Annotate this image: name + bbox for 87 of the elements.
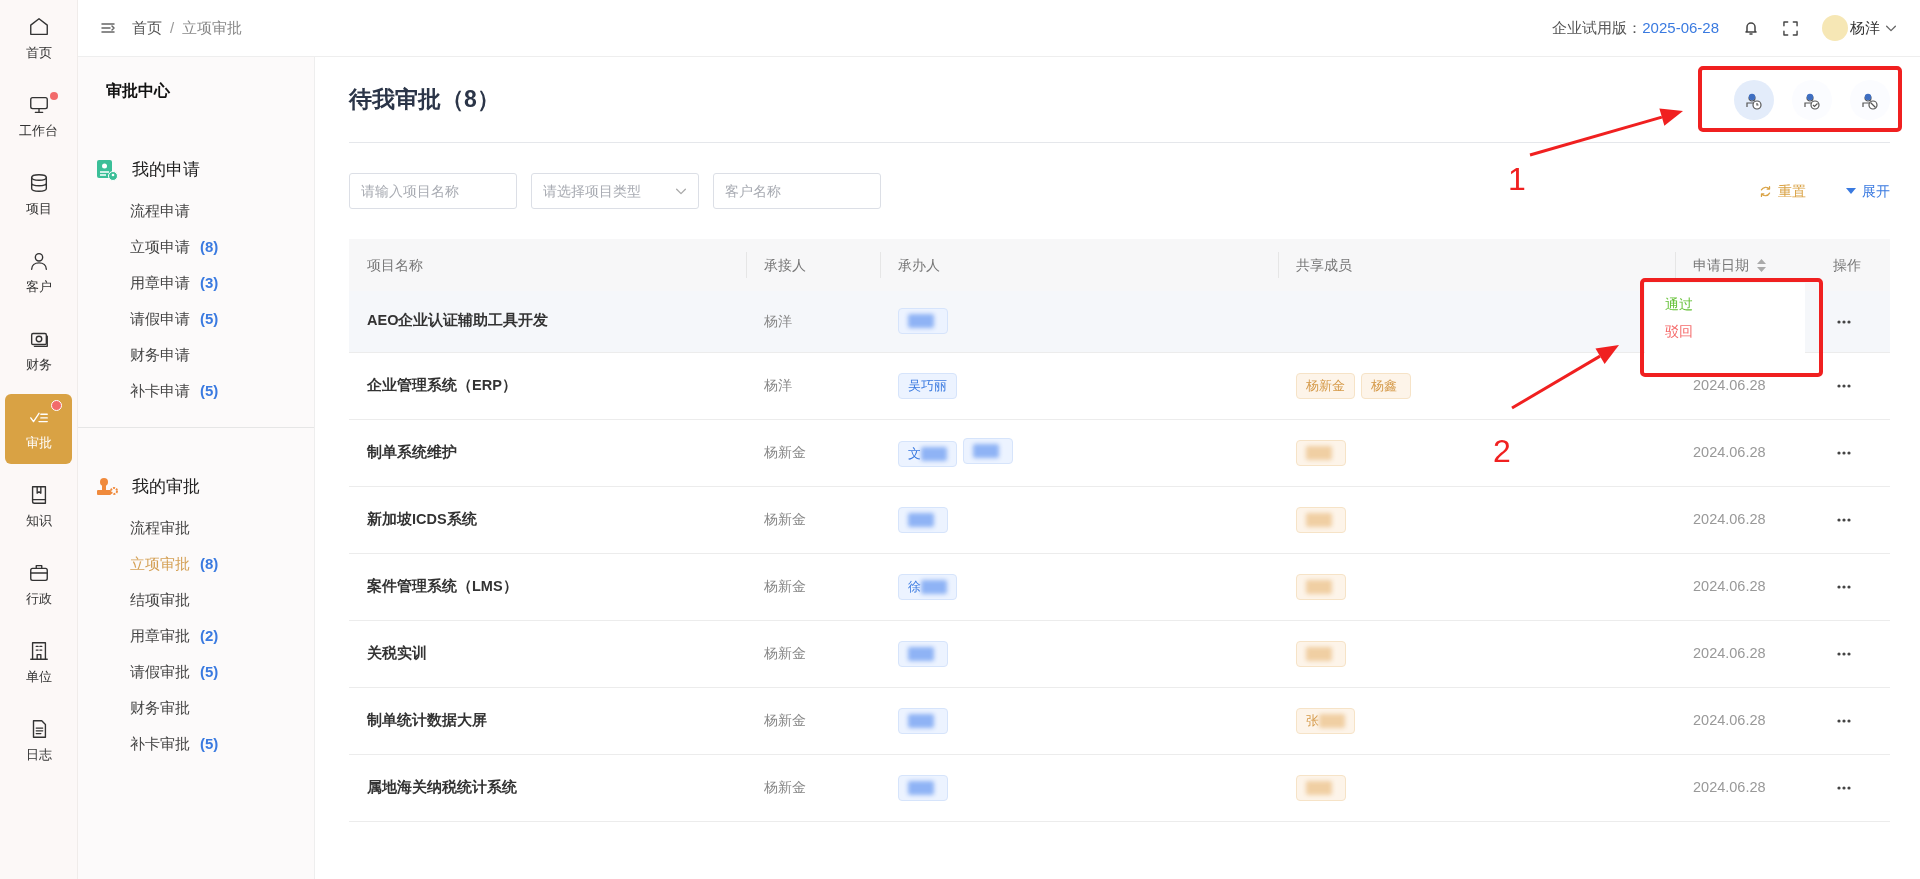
- sort-icon[interactable]: [1756, 259, 1766, 273]
- project-name: 新加坡ICDS系统: [367, 510, 477, 527]
- member-tag: 杨鑫: [1361, 372, 1411, 399]
- sidebar-item[interactable]: 财务申请: [78, 337, 314, 373]
- edition-date: 2025-06-28: [1642, 17, 1719, 38]
- fullscreen-icon: [1783, 20, 1798, 36]
- receiver-name: 杨新金: [764, 779, 806, 795]
- handler-tag: 徐: [898, 573, 957, 600]
- project-name: AEO企业认证辅助工具开发: [367, 312, 549, 329]
- building-icon: [27, 639, 50, 662]
- refresh-icon: [1759, 184, 1772, 198]
- breadcrumb-item[interactable]: 首页: [132, 16, 162, 40]
- member-tag: 张: [1296, 707, 1355, 734]
- sidebar-item[interactable]: 补卡申请 (5): [78, 373, 314, 409]
- view-toggle-button[interactable]: [1734, 79, 1774, 120]
- annotation-number: 2: [1493, 433, 1511, 469]
- annotation-number: 1: [1508, 161, 1526, 197]
- receiver-name: 杨新金: [764, 511, 806, 527]
- sidebar-item[interactable]: 立项审批 (8): [78, 546, 314, 582]
- project-name: 案件管理系统（LMS）: [367, 577, 518, 594]
- apply-date: 2024.06.28: [1693, 376, 1766, 393]
- sidebar-item[interactable]: 用章申请 (3): [78, 265, 314, 301]
- sidebar-item[interactable]: 流程申请: [78, 193, 314, 229]
- project-name: 属地海关纳税统计系统: [367, 778, 517, 795]
- column-header: 共享成员: [1296, 256, 1352, 273]
- receiver-name: 杨新金: [764, 645, 806, 661]
- nav-rail-item[interactable]: 行政: [5, 546, 72, 624]
- breadcrumb-item: 立项审批: [182, 17, 243, 38]
- sidebar-item[interactable]: 流程审批: [78, 510, 314, 546]
- project-name: 制单系统维护: [367, 443, 457, 460]
- search-field[interactable]: 客户名称: [713, 173, 881, 209]
- nav-rail-item[interactable]: 项目: [5, 156, 72, 234]
- avatar[interactable]: [1822, 15, 1848, 41]
- nav-rail-item[interactable]: 财务: [5, 312, 72, 390]
- caret-icon: [1846, 187, 1856, 195]
- receiver-name: 杨洋: [764, 377, 792, 393]
- apply-date: 2024.06.28: [1693, 711, 1766, 728]
- nav-rail-item[interactable]: 知识: [5, 468, 72, 546]
- view-toggle-button[interactable]: [1850, 79, 1890, 120]
- column-header[interactable]: 申请日期: [1693, 256, 1749, 273]
- user-name[interactable]: 杨洋: [1850, 16, 1880, 40]
- project-name: 关税实训: [367, 644, 427, 661]
- nav-rail-item[interactable]: 日志: [5, 702, 72, 780]
- receiver-name: 杨新金: [764, 712, 806, 728]
- project-name: 制单统计数据大屏: [367, 711, 487, 728]
- sidebar-group-title: 我的申请: [132, 159, 200, 182]
- sidebar-group-title: 我的审批: [132, 476, 200, 499]
- project-name: 企业管理系统（ERP）: [367, 376, 517, 393]
- member-tag: 杨新金: [1296, 372, 1355, 399]
- stamp-icon: [96, 476, 118, 498]
- column-header: 项目名称: [367, 256, 423, 273]
- nav-rail-item[interactable]: 工作台: [5, 78, 72, 156]
- view-toggle-button[interactable]: [1792, 79, 1832, 120]
- receiver-name: 杨新金: [764, 578, 806, 594]
- menu-toggle-icon[interactable]: [100, 20, 116, 36]
- column-header: 操作: [1833, 256, 1861, 273]
- expand-button[interactable]: 展开: [1846, 180, 1890, 202]
- apply-date: 2024.06.28: [1693, 778, 1766, 795]
- sidebar-item[interactable]: 立项申请 (8): [78, 229, 314, 265]
- handler-tag: 吴巧丽: [898, 372, 957, 399]
- sidebar-item[interactable]: 结项审批: [78, 582, 314, 618]
- apply-date: 2024.06.28: [1693, 510, 1766, 527]
- sidebar-item[interactable]: 用章审批 (2): [78, 618, 314, 654]
- sidebar-item[interactable]: 补卡审批 (5): [78, 726, 314, 762]
- search-field[interactable]: 请输入项目名称: [349, 173, 517, 209]
- nav-rail-item[interactable]: 单位: [5, 624, 72, 702]
- type-select[interactable]: 请选择项目类型: [531, 173, 699, 209]
- sidebar-item[interactable]: 财务审批: [78, 690, 314, 726]
- sidebar-item[interactable]: 请假申请 (5): [78, 301, 314, 337]
- apply-date: 2024.06.28: [1693, 577, 1766, 594]
- home-icon: [27, 15, 50, 38]
- edition-label: 企业试用版：: [1552, 17, 1643, 38]
- receiver-name: 杨新金: [764, 444, 806, 460]
- id-card-icon: [96, 159, 118, 181]
- receiver-name: 杨洋: [764, 312, 792, 329]
- nav-rail-item[interactable]: 首页: [5, 0, 72, 78]
- bell-icon: [1743, 20, 1759, 36]
- sidebar-title: 审批中心: [105, 81, 171, 101]
- apply-date: 2024.06.28: [1693, 644, 1766, 661]
- apply-date: 2024.06.28: [1693, 443, 1766, 460]
- breadcrumb-separator: /: [170, 17, 175, 38]
- column-header: 承办人: [898, 256, 940, 273]
- nav-rail-item[interactable]: 客户: [5, 234, 72, 312]
- page-title: 待我审批（8）: [349, 85, 500, 114]
- handler-tag: 文: [898, 440, 957, 467]
- sidebar-item[interactable]: 请假审批 (5): [78, 654, 314, 690]
- column-header: 承接人: [764, 256, 806, 273]
